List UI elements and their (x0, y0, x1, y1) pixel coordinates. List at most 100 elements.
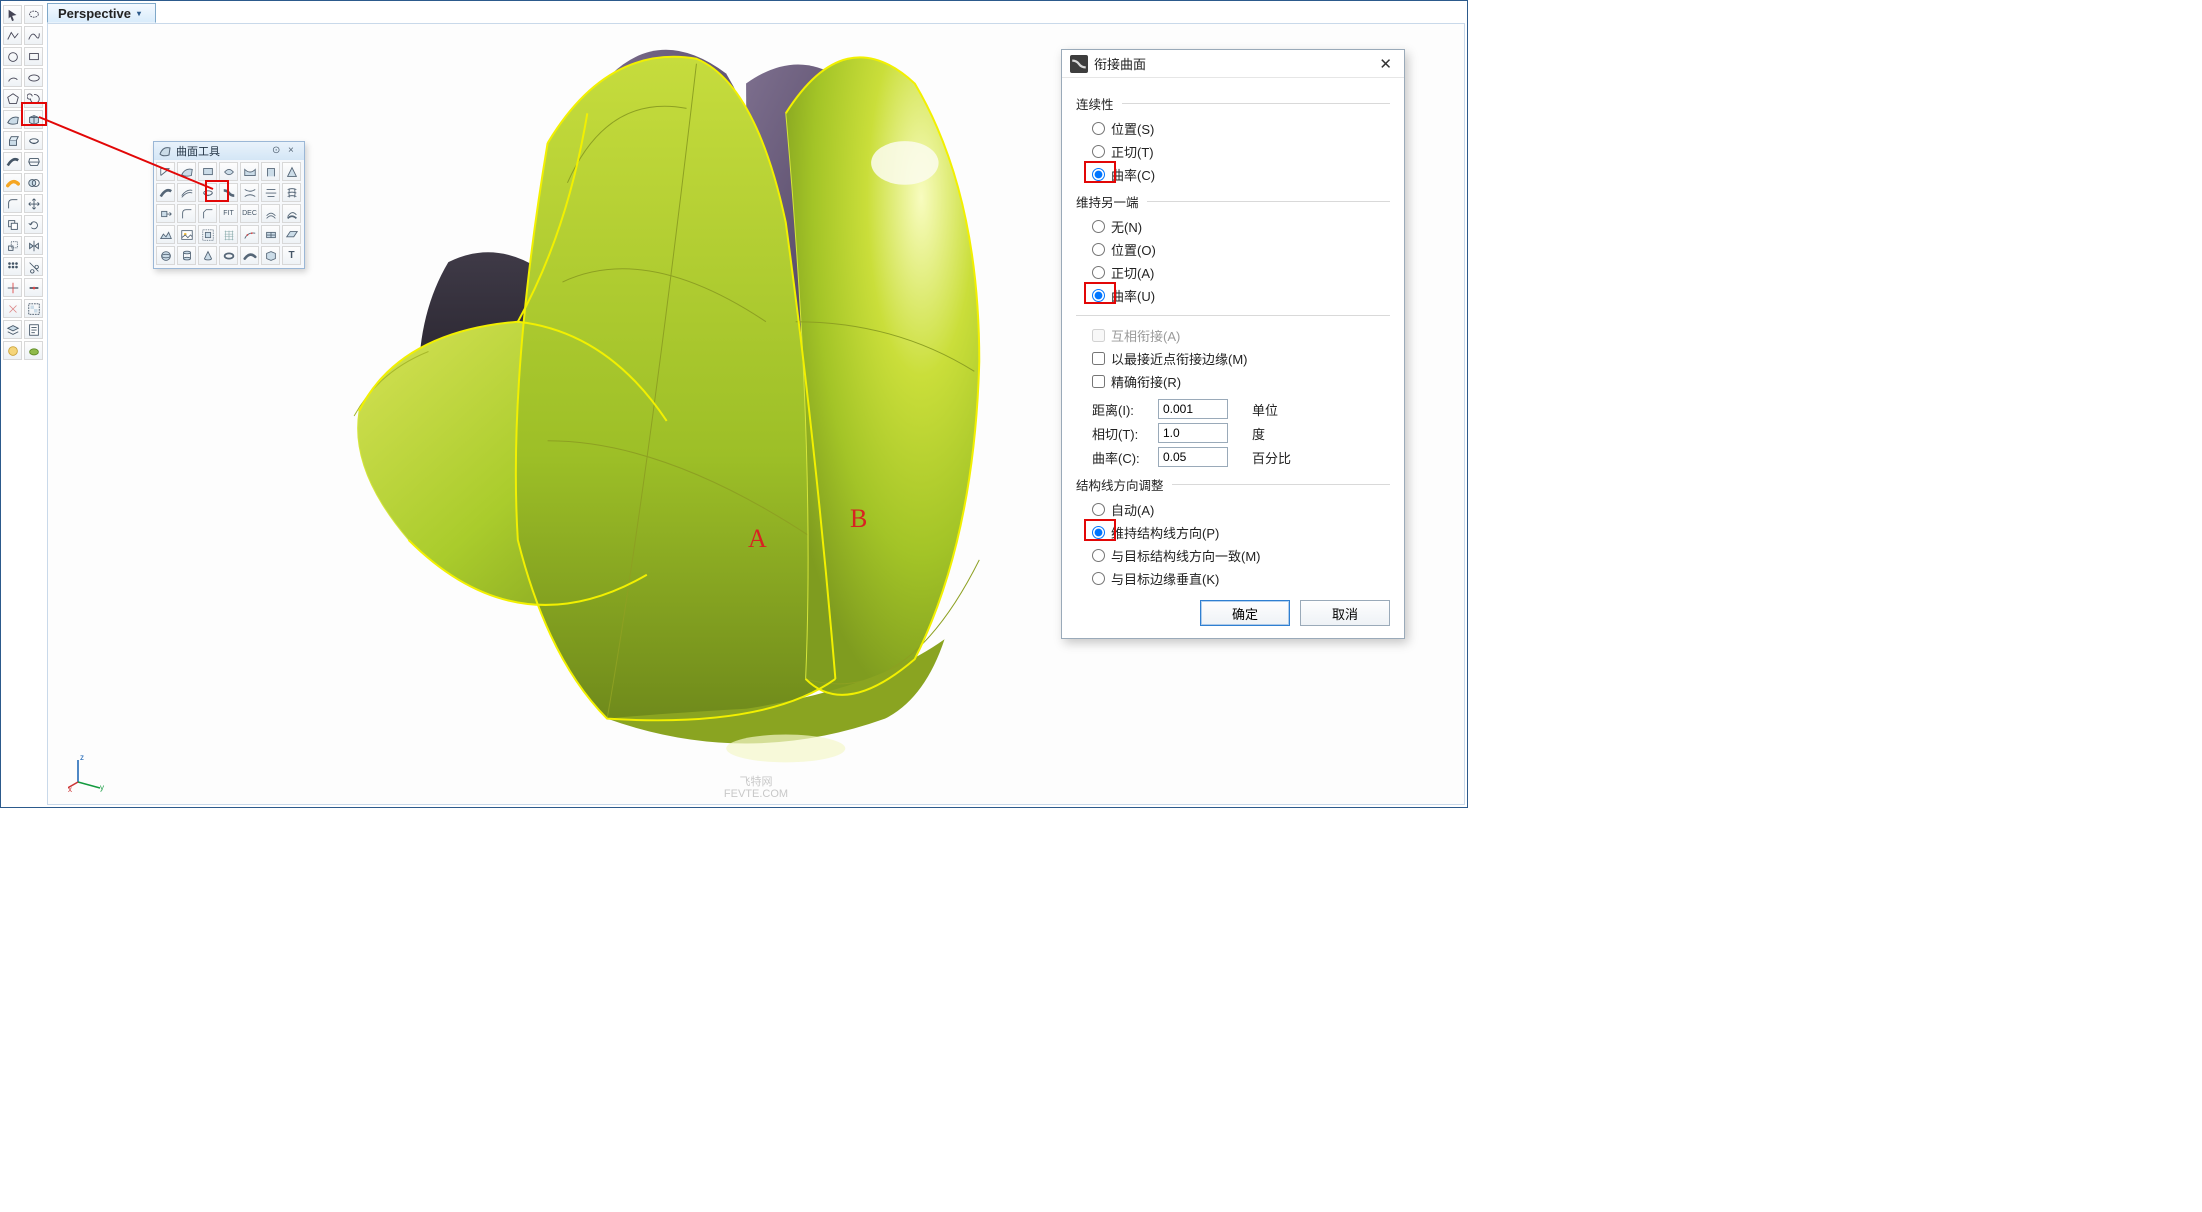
grasshopper-icon[interactable] (24, 341, 43, 360)
radio-none-n-input[interactable] (1092, 220, 1105, 233)
trim-icon[interactable] (24, 257, 43, 276)
radio-iso-perp[interactable]: 与目标边缘垂直(K) (1076, 567, 1390, 590)
srf-text-icon[interactable]: T (282, 246, 301, 265)
srf-cone-icon[interactable] (198, 246, 217, 265)
check-nearest-m-input[interactable] (1092, 352, 1105, 365)
radio-position-o-input[interactable] (1092, 243, 1105, 256)
radio-iso-target-input[interactable] (1092, 549, 1105, 562)
radio-iso-auto-input[interactable] (1092, 503, 1105, 516)
srf-loft-icon[interactable] (261, 183, 280, 202)
srf-extend-icon[interactable] (156, 204, 175, 223)
radio-curvature-c-input[interactable] (1092, 168, 1105, 181)
solid-box-icon[interactable] (24, 110, 43, 129)
srf-patch-icon[interactable] (219, 162, 238, 181)
srf-offset-icon[interactable] (261, 204, 280, 223)
rotate-icon[interactable] (24, 215, 43, 234)
lasso-icon[interactable] (24, 5, 43, 24)
srf-variable-icon[interactable] (282, 204, 301, 223)
radio-position-s[interactable]: 位置(S) (1076, 117, 1390, 140)
boolean-icon[interactable] (24, 173, 43, 192)
srf-change-icon[interactable] (240, 225, 259, 244)
radio-none-n[interactable]: 无(N) (1076, 215, 1390, 238)
rectangle-icon[interactable] (24, 47, 43, 66)
transform-icon[interactable] (24, 194, 43, 213)
check-nearest-m[interactable]: 以最接近点衔接边缘(M) (1076, 347, 1390, 370)
radio-tangent-t[interactable]: 正切(T) (1076, 140, 1390, 163)
radio-tangent-t-input[interactable] (1092, 145, 1105, 158)
surface-palette-titlebar[interactable]: 曲面工具 ⊙ × (154, 142, 304, 160)
srf-sweep1-icon[interactable] (156, 183, 175, 202)
srf-sphere-icon[interactable] (156, 246, 175, 265)
render-icon[interactable] (3, 341, 22, 360)
srf-shrink-icon[interactable] (198, 225, 217, 244)
srf-corner-icon[interactable] (156, 162, 175, 181)
srf-extcrv-icon[interactable] (261, 162, 280, 181)
surface-from-curves-icon[interactable] (3, 110, 22, 129)
curve-freeform-icon[interactable] (24, 26, 43, 45)
sweep-icon[interactable] (3, 152, 22, 171)
split-icon[interactable] (3, 278, 22, 297)
input-tangent[interactable] (1158, 423, 1228, 443)
dialog-titlebar[interactable]: 衔接曲面 ✕ (1062, 50, 1404, 78)
surface-tools-palette[interactable]: 曲面工具 ⊙ × FIT DEC (153, 141, 305, 269)
close-icon[interactable]: ✕ (1375, 55, 1396, 73)
radio-tangent-a[interactable]: 正切(A) (1076, 261, 1390, 284)
mirror-icon[interactable] (24, 236, 43, 255)
srf-fillet-icon[interactable] (177, 204, 196, 223)
srf-blend-icon[interactable] (219, 183, 238, 202)
srf-sweep2-icon[interactable] (177, 183, 196, 202)
circle-icon[interactable] (3, 47, 22, 66)
radio-curvature-c[interactable]: 曲率(C) (1076, 163, 1390, 186)
radio-curvature-u[interactable]: 曲率(U) (1076, 284, 1390, 307)
ok-button[interactable]: 确定 (1200, 600, 1290, 626)
radio-position-s-input[interactable] (1092, 122, 1105, 135)
input-distance[interactable] (1158, 399, 1228, 419)
join-icon[interactable] (24, 278, 43, 297)
srf-refit-icon[interactable] (261, 225, 280, 244)
check-refine-r-input[interactable] (1092, 375, 1105, 388)
srf-plane-icon[interactable] (282, 225, 301, 244)
radio-iso-auto[interactable]: 自动(A) (1076, 498, 1390, 521)
arc-icon[interactable] (3, 68, 22, 87)
close-icon[interactable]: × (288, 145, 300, 157)
radio-iso-preserve-input[interactable] (1092, 526, 1105, 539)
srf-drape-icon[interactable] (240, 162, 259, 181)
srf-planar-icon[interactable] (198, 162, 217, 181)
radio-position-o[interactable]: 位置(O) (1076, 238, 1390, 261)
input-curvature[interactable] (1158, 447, 1228, 467)
radio-iso-target[interactable]: 与目标结构线方向一致(M) (1076, 544, 1390, 567)
srf-fit-icon[interactable]: FIT (219, 204, 238, 223)
copy-icon[interactable] (3, 215, 22, 234)
srf-revolve-icon[interactable] (198, 183, 217, 202)
group-icon[interactable] (24, 299, 43, 318)
srf-extpt-icon[interactable] (282, 162, 301, 181)
layer-icon[interactable] (3, 320, 22, 339)
explode-icon[interactable] (3, 299, 22, 318)
srf-network-icon[interactable] (282, 183, 301, 202)
srf-picture-icon[interactable] (177, 225, 196, 244)
pointer-icon[interactable] (3, 5, 22, 24)
srf-rebuild-icon[interactable] (219, 225, 238, 244)
pipe-icon[interactable] (3, 173, 22, 192)
srf-chamfer-icon[interactable] (198, 204, 217, 223)
srf-rail-icon[interactable] (240, 183, 259, 202)
srf-dec-icon[interactable]: DEC (240, 204, 259, 223)
array-icon[interactable] (3, 257, 22, 276)
check-refine-r[interactable]: 精确衔接(R) (1076, 370, 1390, 393)
srf-cyl-icon[interactable] (177, 246, 196, 265)
srf-torus-icon[interactable] (219, 246, 238, 265)
pin-icon[interactable]: ⊙ (272, 145, 284, 157)
srf-tube-icon[interactable] (240, 246, 259, 265)
srf-heightfield-icon[interactable] (156, 225, 175, 244)
radio-curvature-u-input[interactable] (1092, 289, 1105, 302)
radio-iso-perp-input[interactable] (1092, 572, 1105, 585)
ellipse-icon[interactable] (24, 68, 43, 87)
fillet-icon[interactable] (3, 194, 22, 213)
radio-iso-preserve[interactable]: 维持结构线方向(P) (1076, 521, 1390, 544)
cancel-button[interactable]: 取消 (1300, 600, 1390, 626)
radio-tangent-a-input[interactable] (1092, 266, 1105, 279)
viewport-tab-perspective[interactable]: Perspective ▾ (47, 3, 156, 23)
loft-icon[interactable] (24, 152, 43, 171)
polyline-icon[interactable] (3, 26, 22, 45)
revolve-icon[interactable] (24, 131, 43, 150)
